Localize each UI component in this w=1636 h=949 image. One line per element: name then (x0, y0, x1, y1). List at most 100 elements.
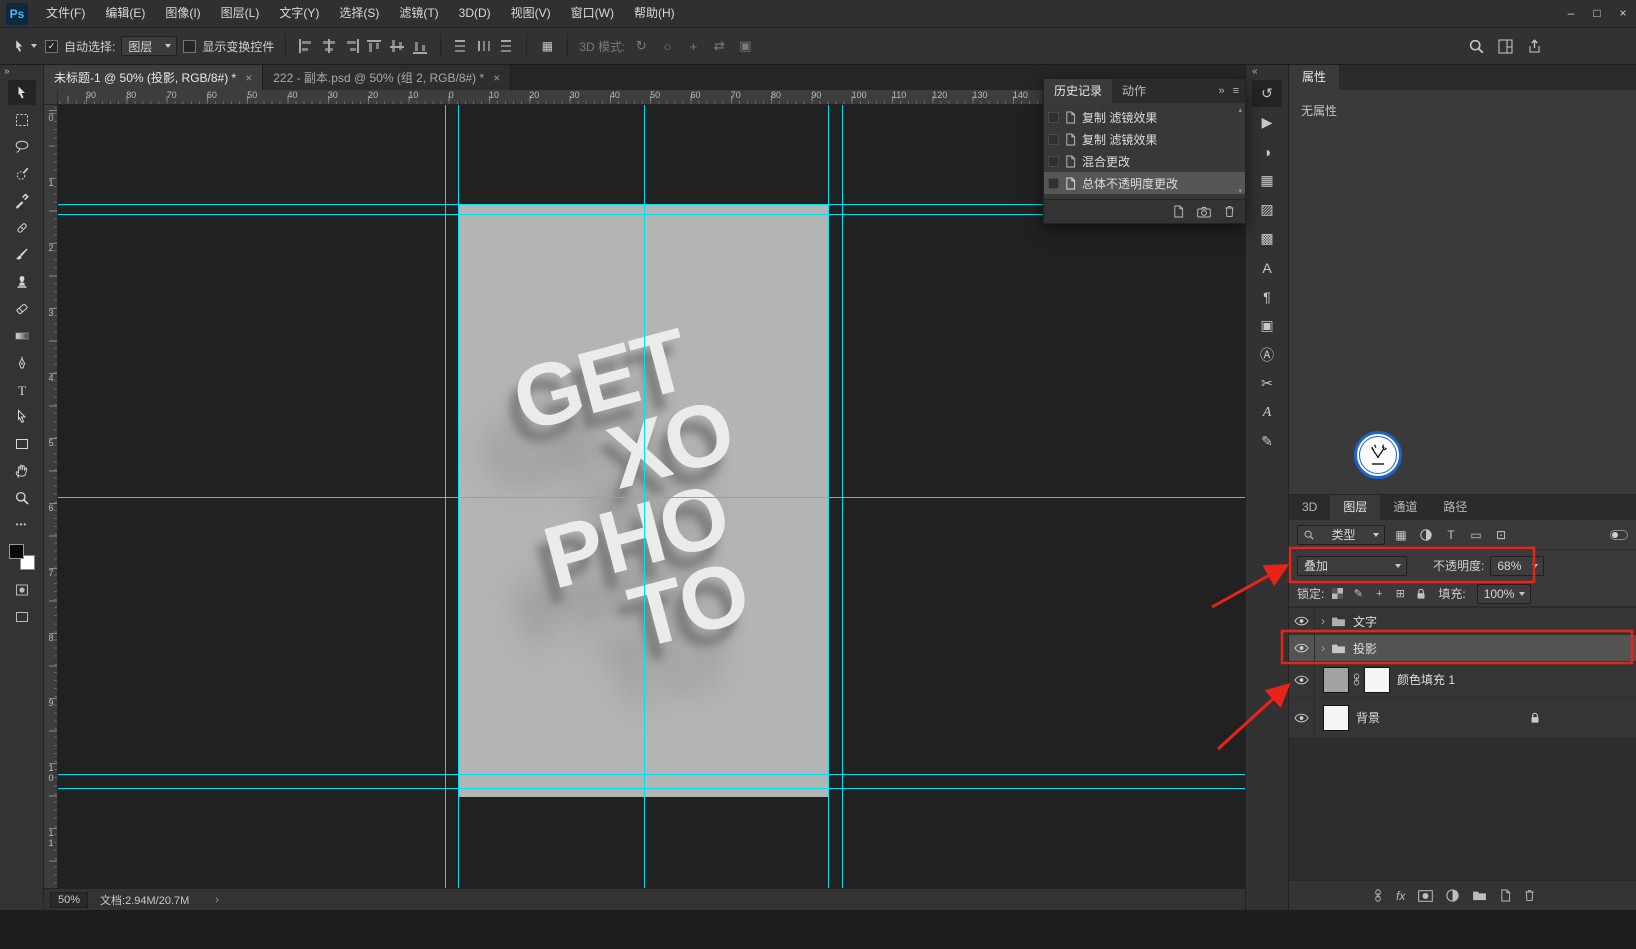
tab-layers[interactable]: 图层 (1330, 495, 1381, 520)
document-tab[interactable]: 未标题-1 @ 50% (投影, RGB/8#) * × (44, 65, 264, 90)
search-icon[interactable] (1469, 39, 1484, 54)
new-layer-icon[interactable] (1500, 889, 1511, 902)
show-transform-checkbox[interactable] (183, 39, 197, 53)
pen-tool-button[interactable] (8, 350, 36, 375)
visibility-toggle[interactable] (1289, 608, 1315, 634)
path-selection-tool-button[interactable] (8, 404, 36, 429)
toolbar-collapse-icon[interactable]: » (0, 65, 43, 79)
history-entry-selected[interactable]: 总体不透明度更改 (1044, 172, 1245, 194)
edit-toolbar-button[interactable]: ••• (8, 512, 36, 537)
layer-mask-thumbnail[interactable] (1364, 666, 1390, 693)
maximize-button[interactable]: □ (1584, 0, 1610, 28)
type-tool-button[interactable]: T (8, 377, 36, 402)
visibility-toggle[interactable] (1289, 635, 1315, 661)
fill-field[interactable]: 100% (1476, 583, 1531, 604)
lock-position-icon[interactable]: + (1371, 588, 1387, 600)
tab-paths[interactable]: 路径 (1430, 495, 1480, 520)
lock-all-icon[interactable] (1413, 588, 1429, 600)
history-entry[interactable]: 复制 滤镜效果 (1044, 106, 1245, 128)
new-document-from-state-icon[interactable] (1173, 205, 1184, 218)
layer-row-background[interactable]: 背景 (1289, 698, 1636, 738)
visibility-toggle[interactable] (1289, 698, 1315, 737)
visibility-toggle[interactable] (1289, 662, 1315, 697)
lock-artboard-icon[interactable]: ⊞ (1392, 587, 1408, 600)
3d-camera-icon[interactable]: ▣ (735, 38, 755, 54)
quick-selection-tool-button[interactable] (8, 161, 36, 186)
menu-image[interactable]: 图像(I) (155, 0, 210, 27)
gradient-tool-button[interactable] (8, 323, 36, 348)
history-source-checkbox[interactable] (1048, 177, 1059, 189)
character-panel-icon[interactable]: A (1252, 254, 1282, 281)
healing-brush-tool-button[interactable] (8, 215, 36, 240)
history-source-checkbox[interactable] (1048, 133, 1059, 145)
distribute-spacing-icon[interactable] (498, 38, 516, 54)
delete-state-icon[interactable] (1224, 205, 1235, 218)
3d-roll-icon[interactable]: ○ (657, 39, 677, 54)
new-snapshot-icon[interactable] (1197, 206, 1211, 218)
history-panel-icon[interactable]: ↺ (1252, 80, 1282, 107)
lock-pixels-icon[interactable]: ✎ (1350, 587, 1366, 600)
gradients-panel-icon[interactable]: ▨ (1252, 196, 1282, 223)
delete-layer-icon[interactable] (1524, 889, 1535, 902)
zoom-tool-button[interactable] (8, 485, 36, 510)
glyphs-panel-icon[interactable]: A (1252, 399, 1282, 426)
foreground-background-colors[interactable] (8, 544, 35, 570)
workspace-switcher-icon[interactable] (1498, 39, 1513, 54)
tab-history[interactable]: 历史记录 (1044, 79, 1113, 103)
quick-mask-button[interactable] (8, 577, 36, 602)
history-entry[interactable]: 混合更改 (1044, 150, 1245, 172)
foreground-color-swatch[interactable] (8, 544, 24, 559)
expand-icon[interactable]: › (1315, 614, 1331, 628)
eraser-tool-button[interactable] (8, 296, 36, 321)
tab-channels[interactable]: 通道 (1380, 495, 1430, 520)
menu-3d[interactable]: 3D(D) (449, 0, 501, 27)
marquee-tool-button[interactable] (8, 107, 36, 132)
filter-smart-objects-icon[interactable]: ⊡ (1492, 528, 1510, 542)
align-left-icon[interactable] (297, 38, 315, 54)
align-top-icon[interactable] (366, 38, 384, 54)
link-layers-icon[interactable] (1373, 889, 1383, 902)
new-adjustment-layer-icon[interactable] (1446, 889, 1459, 902)
hand-tool-button[interactable] (8, 458, 36, 483)
fill-layer-thumbnail[interactable] (1323, 666, 1349, 693)
align-center-h-icon[interactable] (320, 38, 338, 54)
auto-select-checkbox[interactable]: ✓ (45, 39, 58, 53)
distribute-horizontal-icon[interactable] (475, 38, 493, 54)
share-icon[interactable] (1527, 38, 1542, 54)
new-group-icon[interactable] (1472, 890, 1487, 901)
paragraph-panel-icon[interactable]: ¶ (1252, 283, 1282, 310)
auto-select-dropdown[interactable]: 图层 (121, 36, 178, 56)
expand-icon[interactable]: › (1315, 641, 1331, 655)
layer-filter-toggle[interactable] (1610, 529, 1628, 540)
history-entry[interactable]: 复制 滤镜效果 (1044, 128, 1245, 150)
layer-row-shadow-group[interactable]: › 投影 (1289, 635, 1636, 662)
add-mask-icon[interactable] (1418, 890, 1433, 902)
layer-row-color-fill[interactable]: 颜色填充 1 (1289, 662, 1636, 698)
character-styles-panel-icon[interactable]: Ⓐ (1252, 341, 1282, 368)
menu-window[interactable]: 窗口(W) (561, 0, 624, 27)
auto-align-icon[interactable]: ▦ (538, 39, 556, 53)
distribute-vertical-icon[interactable] (452, 38, 470, 54)
opacity-field[interactable]: 68% (1490, 555, 1545, 576)
brush-settings-panel-icon[interactable]: ✎ (1252, 428, 1282, 455)
scroll-down-icon[interactable]: ▾ (1238, 188, 1242, 195)
filter-shape-layers-icon[interactable]: ▭ (1467, 528, 1485, 542)
layer-style-icon[interactable]: fx (1396, 889, 1405, 903)
dock-collapse-icon[interactable]: « (1246, 65, 1258, 79)
menu-layer[interactable]: 图层(L) (211, 0, 270, 27)
scroll-up-icon[interactable]: ▴ (1238, 107, 1242, 114)
panel-menu-icon[interactable]: ≡ (1233, 85, 1239, 97)
menu-help[interactable]: 帮助(H) (624, 0, 685, 27)
move-tool-button[interactable] (7, 80, 36, 105)
filter-adjustment-layers-icon[interactable] (1417, 528, 1435, 542)
color-panel-icon[interactable]: ◑ (1252, 138, 1282, 165)
document-tab[interactable]: 222 - 副本.psd @ 50% (组 2, RGB/8#) * × (263, 65, 512, 90)
minimize-button[interactable]: – (1558, 0, 1584, 28)
menu-filter[interactable]: 滤镜(T) (389, 0, 448, 27)
align-middle-icon[interactable] (389, 38, 407, 54)
tab-properties[interactable]: 属性 (1289, 65, 1340, 90)
3d-pan-icon[interactable]: + (683, 39, 703, 54)
menu-file[interactable]: 文件(F) (36, 0, 95, 27)
zoom-level-field[interactable]: 50% (50, 891, 89, 908)
current-tool-button[interactable] (10, 39, 39, 54)
